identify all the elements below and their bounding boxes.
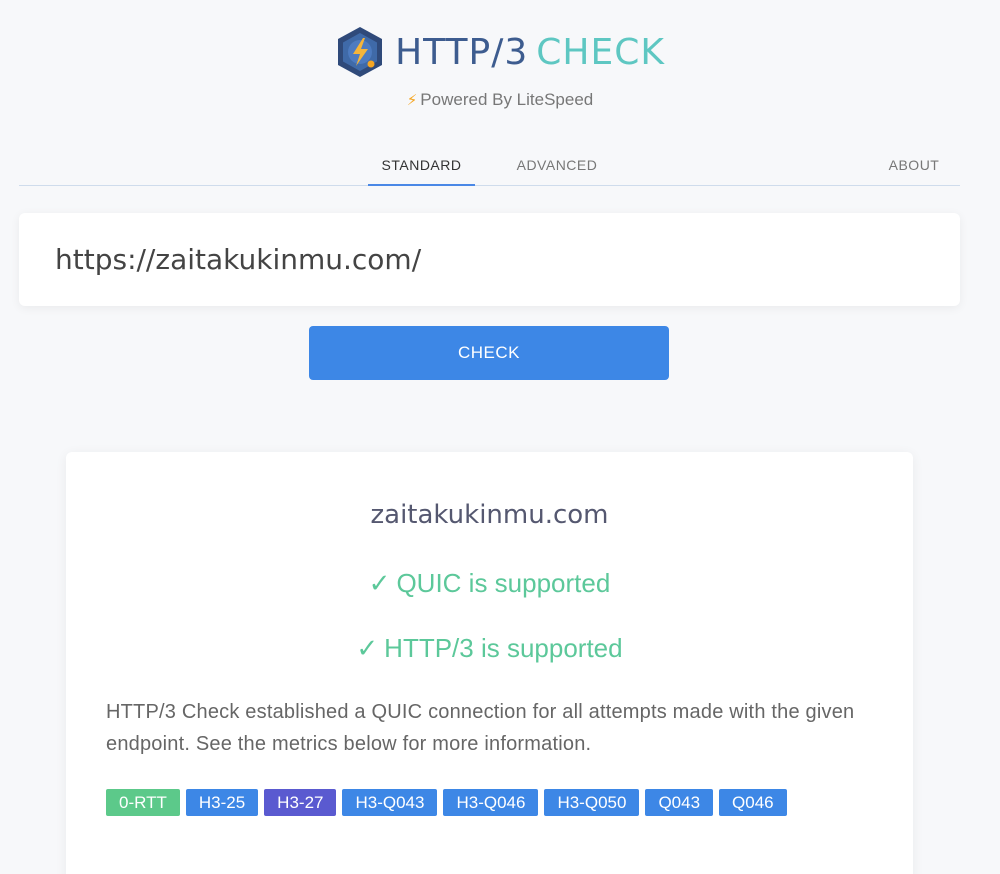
protocol-badges: 0-RTT H3-25 H3-27 H3-Q043 H3-Q046 H3-Q05…: [106, 789, 846, 822]
header: HTTP/3 CHECK ⚡ Powered By LiteSpeed: [0, 22, 1000, 110]
result-description: HTTP/3 Check established a QUIC connecti…: [106, 701, 855, 755]
tab-about[interactable]: ABOUT: [874, 145, 954, 186]
badge-h3-q043: H3-Q043: [342, 789, 438, 816]
brand[interactable]: HTTP/3 CHECK: [335, 22, 665, 82]
badge-h3-27: H3-27: [264, 789, 337, 816]
badge-h3-25: H3-25: [185, 789, 259, 816]
brand-title-part1: HTTP/3: [395, 31, 529, 73]
badge-q046: Q046: [719, 789, 787, 816]
badge-h3-q046: H3-Q046: [443, 789, 539, 816]
check-button[interactable]: CHECK: [309, 326, 669, 380]
tab-bar: STANDARD ADVANCED ABOUT: [19, 145, 960, 186]
tab-advanced[interactable]: ADVANCED: [502, 145, 612, 186]
powered-by-label: Powered By LiteSpeed: [420, 90, 594, 109]
powered-by[interactable]: ⚡ Powered By LiteSpeed: [407, 90, 594, 110]
http3-status-label: HTTP/3 is supported: [384, 633, 623, 663]
brand-title-part2: CHECK: [536, 31, 665, 73]
lightning-hexagon-logo: [338, 27, 383, 77]
url-input-container: [19, 213, 960, 306]
http3-status: ✓ HTTP/3 is supported: [66, 633, 913, 664]
url-input[interactable]: [19, 213, 960, 306]
result-domain: zaitakukinmu.com: [370, 500, 609, 530]
badge-q043: Q043: [645, 789, 714, 816]
lightning-bolt-icon: ⚡: [406, 92, 418, 109]
check-icon: ✓: [356, 633, 379, 663]
quic-status-label: QUIC is supported: [396, 568, 611, 598]
quic-status: ✓ QUIC is supported: [66, 568, 913, 599]
check-icon: ✓: [368, 568, 391, 598]
result-card: zaitakukinmu.com ✓ QUIC is supported ✓ HTT…: [66, 452, 913, 874]
brand-title: HTTP/3 CHECK: [395, 32, 665, 73]
badge-h3-q050: H3-Q050: [544, 789, 640, 816]
tab-standard[interactable]: STANDARD: [368, 145, 475, 186]
badge-0-rtt: 0-RTT: [106, 789, 180, 816]
